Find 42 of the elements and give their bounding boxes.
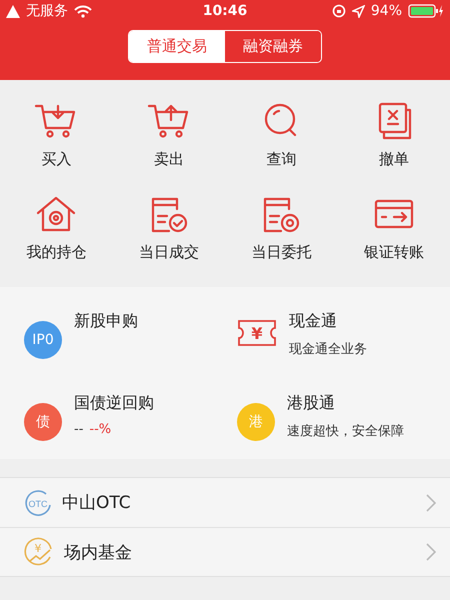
service-badge: 港 [237, 403, 275, 441]
action-label: 卖出 [154, 150, 184, 169]
action-button[interactable]: 我的持仓 [0, 195, 112, 262]
rotation-lock-icon [332, 4, 346, 18]
service-title[interactable]: 新股申购 [74, 311, 138, 332]
carrier-name: 无服务 [26, 2, 68, 20]
ticket-icon: ¥ [237, 319, 277, 347]
service-badge: IP0 [24, 321, 62, 359]
action-button[interactable]: 当日委托 [225, 195, 338, 262]
cart-icon [146, 102, 191, 140]
chevron-right-icon [426, 494, 436, 512]
service-title[interactable]: 港股通 [287, 393, 404, 414]
service-subtitle: 现金通全业务 [289, 341, 367, 358]
action-button[interactable]: 当日成交 [112, 195, 225, 262]
warning-icon [6, 4, 20, 18]
action-label: 当日成交 [138, 243, 199, 262]
service-badge: 债 [24, 403, 62, 441]
battery-charging-icon [408, 4, 444, 18]
service-subtitle: 速度超快，安全保障 [287, 423, 404, 440]
repo-rate: --% [89, 422, 112, 437]
action-label: 银证转账 [364, 243, 424, 262]
wifi-icon [74, 4, 92, 18]
repo-value: -- [74, 422, 84, 437]
service-title[interactable]: 现金通 [289, 311, 367, 332]
status-time: 10:46 [202, 3, 248, 19]
action-label: 我的持仓 [26, 243, 86, 262]
location-icon [352, 4, 365, 18]
action-button[interactable]: 银证转账 [338, 195, 450, 262]
action-label: 当日委托 [251, 243, 312, 262]
action-label: 买入 [41, 150, 72, 169]
segment-tab[interactable]: 普通交易 [129, 31, 225, 62]
action-label: 查询 [266, 150, 296, 169]
action-button[interactable]: 撤单 [338, 102, 450, 169]
list-item-label[interactable]: 中山OTC [62, 491, 416, 514]
action-button[interactable]: 买入 [0, 102, 112, 169]
action-button[interactable]: 查询 [225, 102, 338, 169]
chevron-right-icon [426, 543, 436, 561]
action-label: 撤单 [378, 150, 409, 169]
battery-percent: 94% [370, 3, 402, 19]
list-item-label[interactable]: 场内基金 [64, 540, 416, 564]
service-title[interactable]: 国债逆回购 [74, 393, 154, 414]
action-button[interactable]: 卖出 [112, 102, 225, 169]
